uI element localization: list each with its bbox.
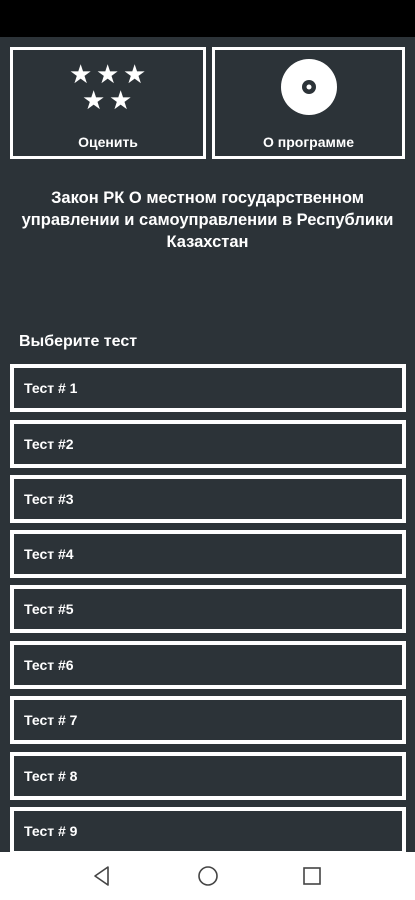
test-label: Тест #2 xyxy=(24,436,74,452)
status-bar xyxy=(0,0,415,37)
test-item-6[interactable]: Тест #6 xyxy=(10,641,406,689)
test-label: Тест # 8 xyxy=(24,768,78,784)
test-label: Тест #6 xyxy=(24,657,74,673)
stars-icon: ★ ★ ★ ★ ★ xyxy=(69,60,147,116)
about-button[interactable]: О программе xyxy=(212,47,405,159)
disc-icon xyxy=(280,59,337,115)
test-item-3[interactable]: Тест #3 xyxy=(10,475,406,523)
test-label: Тест #5 xyxy=(24,601,74,617)
test-label: Тест # 1 xyxy=(24,380,78,396)
main-screen: ★ ★ ★ ★ ★ Оценить О программе Закон РК О… xyxy=(0,37,415,852)
test-item-2[interactable]: Тест #2 xyxy=(10,420,406,468)
rate-button[interactable]: ★ ★ ★ ★ ★ Оценить xyxy=(10,47,206,159)
rate-label: Оценить xyxy=(78,134,138,150)
test-item-8[interactable]: Тест # 8 xyxy=(10,752,406,800)
back-icon[interactable] xyxy=(90,864,114,888)
test-label: Тест #3 xyxy=(24,491,74,507)
test-item-7[interactable]: Тест # 7 xyxy=(10,696,406,744)
test-label: Тест # 7 xyxy=(24,712,78,728)
test-item-1[interactable]: Тест # 1 xyxy=(10,364,406,412)
test-item-9[interactable]: Тест # 9 xyxy=(10,807,406,852)
recents-icon[interactable] xyxy=(300,864,324,888)
test-item-5[interactable]: Тест #5 xyxy=(10,585,406,633)
test-item-4[interactable]: Тест #4 xyxy=(10,530,406,578)
about-label: О программе xyxy=(262,134,354,150)
top-cards: ★ ★ ★ ★ ★ Оценить О программе xyxy=(10,47,405,165)
section-title: Выберите тест xyxy=(19,333,138,350)
navigation-bar xyxy=(0,852,415,900)
test-label: Тест #4 xyxy=(24,546,74,562)
page-title: Закон РК О местном государственном управ… xyxy=(21,189,394,251)
test-label: Тест # 9 xyxy=(24,823,78,839)
home-icon[interactable] xyxy=(196,864,220,888)
